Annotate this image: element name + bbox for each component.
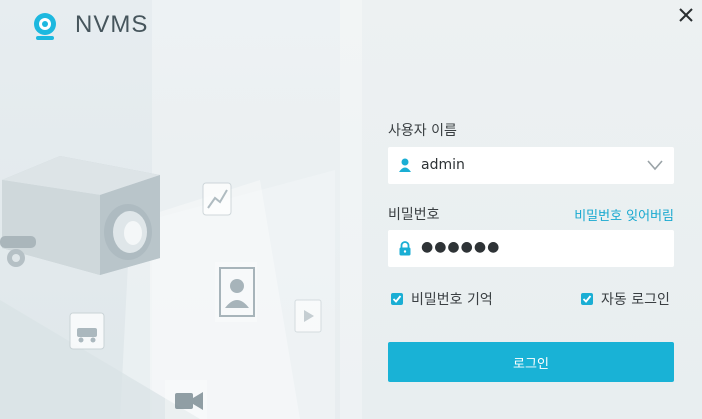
chart-icon — [202, 182, 232, 216]
login-form: 사용자 이름 admin 비밀번호 비밀번호 잊어버림 ●●●●●● 비밀번호 … — [388, 0, 674, 419]
username-field[interactable]: admin — [388, 147, 674, 184]
auto-login-checkbox[interactable]: 자동 로그인 — [581, 289, 670, 309]
video-camera-icon — [165, 380, 207, 419]
username-label: 사용자 이름 — [388, 123, 457, 139]
remember-password-label: 비밀번호 기억 — [411, 292, 493, 308]
close-icon[interactable] — [676, 5, 696, 25]
vehicle-icon — [69, 312, 105, 350]
login-window: NVMS 사용자 이름 admin 비밀번호 비밀번호 잊어버림 ●●●●●● … — [0, 0, 702, 419]
auto-login-label: 자동 로그인 — [601, 292, 670, 308]
password-field[interactable]: ●●●●●● — [388, 230, 674, 267]
forgot-password-link[interactable]: 비밀번호 잊어버림 — [574, 205, 674, 224]
app-title: NVMS — [75, 11, 149, 38]
chevron-down-icon[interactable] — [646, 158, 664, 172]
video-file-icon — [294, 299, 322, 333]
login-button[interactable]: 로그인 — [388, 342, 674, 382]
lock-icon — [399, 241, 411, 256]
remember-password-checkbox[interactable]: 비밀번호 기억 — [391, 289, 493, 309]
face-recognition-icon — [215, 262, 257, 322]
webcam-icon — [34, 13, 56, 40]
checkbox-checked-icon — [391, 293, 403, 305]
password-label: 비밀번호 — [388, 207, 440, 223]
user-icon — [399, 158, 411, 172]
username-value: admin — [421, 157, 465, 173]
checkbox-checked-icon — [581, 293, 593, 305]
password-value: ●●●●●● — [421, 239, 501, 255]
